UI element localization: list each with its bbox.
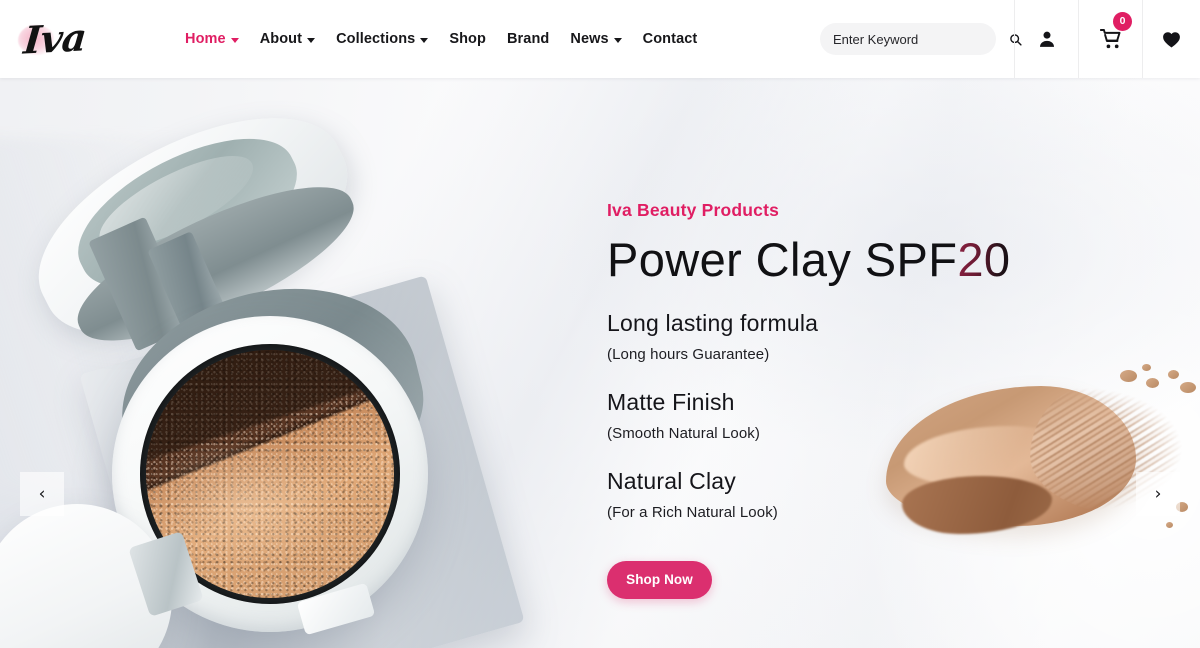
user-icon — [1039, 31, 1054, 47]
swatch-droplet — [1146, 378, 1159, 388]
feature-subtext: (Smooth Natural Look) — [607, 424, 761, 442]
nav-item-home-label: Home — [185, 31, 226, 47]
chevron-down-icon — [307, 37, 316, 43]
feature-heading: Natural Clay — [607, 467, 736, 494]
carousel-next-arrow[interactable]: › — [1136, 472, 1180, 516]
cart-count-badge: 0 — [1113, 12, 1132, 31]
feature-heading: Matte Finish — [607, 388, 735, 415]
nav-item-contact-label: Contact — [642, 31, 698, 47]
hero-feature-2: Matte Finish (Smooth Natural Look) — [607, 389, 1077, 442]
nav-item-contact[interactable]: Contact — [643, 27, 698, 51]
hero-feature-1: Long lasting formula (Long hours Guarant… — [607, 310, 1077, 363]
chevron-down-icon — [613, 37, 622, 43]
swatch-droplet — [1168, 370, 1179, 379]
wishlist-button[interactable] — [1142, 0, 1200, 78]
shop-now-button[interactable]: Shop Now — [607, 560, 712, 599]
nav-item-brand[interactable]: Brand — [507, 27, 549, 51]
chevron-down-icon — [420, 37, 429, 43]
hero-feature-3: Natural Clay (For a Rich Natural Look) — [607, 468, 1077, 521]
header-spacer — [697, 0, 820, 78]
nav-item-collections[interactable]: Collections — [336, 27, 429, 51]
swatch-droplet — [1120, 370, 1137, 382]
search-zone — [820, 0, 1022, 78]
account-button[interactable] — [1014, 0, 1078, 78]
hero-title: Power Clay SPF20 — [607, 233, 1077, 286]
nav-item-news[interactable]: News — [570, 27, 622, 51]
hero-title-accent: 20 — [957, 233, 1011, 286]
cushion-compact-product-image — [0, 78, 610, 648]
search-input[interactable] — [833, 31, 1009, 47]
hero-carousel-slide: Iva Beauty Products Power Clay SPF20 Lon… — [0, 78, 1200, 648]
nav-item-home[interactable]: Home — [185, 27, 239, 51]
swatch-droplet — [1180, 382, 1196, 393]
hero-copy: Iva Beauty Products Power Clay SPF20 Lon… — [607, 200, 1077, 599]
nav-item-shop[interactable]: Shop — [449, 27, 486, 51]
feature-subtext: (For a Rich Natural Look) — [607, 503, 778, 521]
feature-subtext: (Long hours Guarantee) — [607, 345, 770, 363]
logo-text: Iva — [21, 14, 88, 63]
iva-script-logo-icon: Iva — [12, 13, 102, 65]
shopping-cart-icon — [1099, 29, 1120, 49]
main-navigation: Home About Collections Shop Brand News C… — [185, 0, 697, 78]
cart-button[interactable]: 0 — [1078, 0, 1142, 78]
nav-item-brand-label: Brand — [506, 31, 550, 47]
nav-item-collections-label: Collections — [336, 31, 416, 47]
nav-item-shop-label: Shop — [449, 31, 486, 47]
chevron-down-icon — [230, 37, 239, 43]
logo-link[interactable]: Iva — [0, 0, 185, 78]
nav-item-about-label: About — [259, 31, 303, 47]
search-box[interactable] — [820, 23, 1022, 55]
feature-heading: Long lasting formula — [607, 309, 819, 336]
hero-eyebrow: Iva Beauty Products — [607, 200, 780, 220]
swatch-droplet — [1142, 364, 1151, 371]
nav-item-about[interactable]: About — [259, 27, 316, 51]
nav-item-news-label: News — [570, 31, 609, 47]
heart-icon — [1163, 31, 1180, 48]
hero-title-main: Power Clay SPF — [607, 233, 958, 286]
site-header: Iva Home About Collections Shop Brand Ne… — [0, 0, 1200, 78]
swatch-droplet — [1166, 522, 1173, 528]
carousel-prev-arrow[interactable]: ‹ — [20, 472, 64, 516]
